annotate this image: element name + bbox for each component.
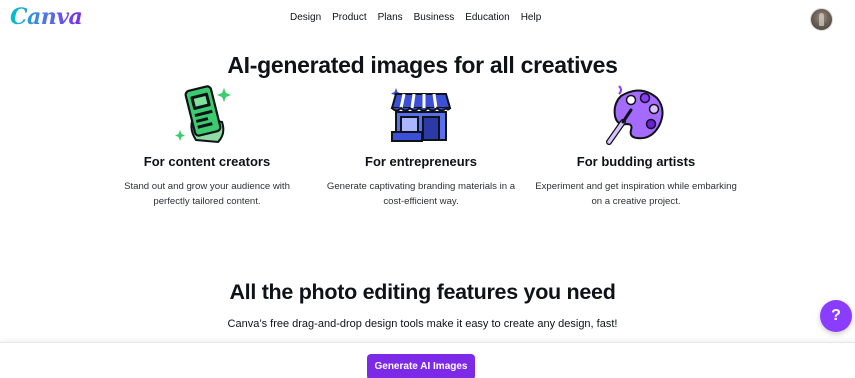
paint-palette-icon [606, 85, 664, 145]
nav-item-design[interactable]: Design [290, 12, 321, 23]
feature-title: For budding artists [576, 154, 696, 169]
nav-item-business[interactable]: Business [414, 12, 455, 23]
section-subtitle: Canva’s free drag-and-drop design tools … [227, 318, 618, 330]
user-avatar[interactable] [810, 8, 833, 31]
feature-card-entrepreneurs: For entrepreneurs Generate captivating b… [311, 82, 531, 209]
phone-content-icon [175, 85, 231, 144]
feature-description: Generate captivating branding materials … [326, 181, 516, 207]
main-nav: Design Product Plans Business Education … [290, 12, 552, 23]
help-question-button[interactable]: ? [820, 300, 852, 332]
top-navigation: Canva Design Product Plans Business Educ… [0, 0, 855, 38]
canva-logo[interactable]: Canva [10, 4, 83, 30]
generate-ai-images-button[interactable]: Generate AI Images [367, 354, 475, 378]
feature-card-artists: For budding artists Experiment and get i… [526, 82, 746, 209]
nav-item-education[interactable]: Education [465, 12, 509, 23]
storefront-icon [390, 88, 452, 142]
sticky-cta-bar: Generate AI Images [0, 342, 855, 378]
nav-item-product[interactable]: Product [332, 12, 366, 23]
feature-description: Experiment and get inspiration while emb… [535, 181, 737, 207]
nav-item-help[interactable]: Help [521, 12, 542, 23]
feature-description: Stand out and grow your audience with pe… [124, 181, 290, 207]
section-title-photo-editing: All the photo editing features you need [229, 280, 616, 304]
feature-title: For content creators [143, 154, 271, 169]
feature-title: For entrepreneurs [365, 154, 477, 169]
section-title-ai-images: AI-generated images for all creatives [227, 52, 618, 78]
feature-card-content-creators: For content creators Stand out and grow … [97, 82, 317, 209]
nav-item-plans[interactable]: Plans [378, 12, 403, 23]
page: Canva Design Product Plans Business Educ… [0, 0, 855, 378]
